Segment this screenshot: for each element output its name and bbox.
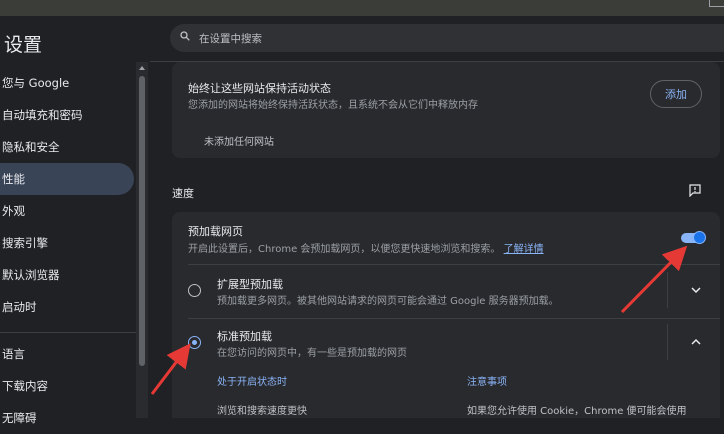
standard-preload-description: 在您访问的网页中，有一些是预加载的网页 [217,348,407,359]
search-input[interactable] [197,28,601,50]
feedback-icon[interactable] [688,183,702,197]
no-sites-text: 未添加任何网站 [204,137,274,148]
preload-description: 开启此设置后，Chrome 会预加载网页，以便您更快速地浏览和搜索。 了解详情 [188,240,544,255]
window-top-strip [0,0,724,16]
standard-preload-radio[interactable] [188,336,201,349]
settings-title: 设置 [4,34,43,56]
sidebar-item-privacy[interactable]: 隐私和安全 [0,131,134,163]
extended-preload-radio[interactable] [188,284,201,297]
sidebar-item-you-and-google[interactable]: 您与 Google [0,67,134,99]
notes-item: 如果您允许使用 Cookie，Chrome 便可能会使用 [467,406,687,417]
sidebar-item-on-startup[interactable]: 启动时 [0,291,134,323]
learn-more-link[interactable]: 了解详情 [504,244,544,255]
sidebar-item-default-browser[interactable]: 默认浏览器 [0,259,134,291]
standard-preload-title: 标准预加载 [217,330,272,343]
option-separator [667,272,668,308]
sidebar-item-accessibility[interactable]: 无障碍 [0,402,134,434]
preload-divider [188,264,720,265]
active-sites-description: 您添加的网站将始终保持活跃状态，且系统不会从它们中释放内存 [188,100,478,111]
active-sites-title: 始终让这些网站保持活动状态 [188,82,331,95]
option-divider [188,318,720,319]
scroll-up-icon[interactable] [139,66,145,70]
sidebar-item-autofill[interactable]: 自动填充和密码 [0,99,134,131]
sidebar-item-performance[interactable]: 性能 [0,163,134,195]
sidebar-scrollbar[interactable] [136,62,148,418]
sidebar-item-appearance[interactable]: 外观 [0,195,134,227]
search-box[interactable] [170,24,724,52]
when-on-header: 处于开启状态时 [217,377,287,388]
chevron-up-icon[interactable] [689,335,703,349]
add-site-button[interactable]: 添加 [650,80,702,108]
option-separator [667,324,668,360]
sidebar-divider [0,332,136,333]
sidebar-item-search-engine[interactable]: 搜索引擎 [0,227,134,259]
sidebar-item-languages[interactable]: 语言 [0,338,134,370]
preload-description-text: 开启此设置后，Chrome 会预加载网页，以便您更快速地浏览和搜索。 [188,244,501,255]
when-on-item: 浏览和搜索速度更快 [217,406,307,417]
window-corner-mark [709,0,724,7]
toggle-knob [693,231,706,244]
extended-preload-description: 预加载更多网页。被其他网站请求的网页可能会通过 Google 服务器预加载。 [217,296,559,307]
preload-toggle[interactable] [681,231,706,245]
chevron-down-icon[interactable] [689,283,703,297]
scroll-thumb[interactable] [139,76,145,366]
search-icon [180,31,190,41]
preload-title: 预加载网页 [188,225,243,238]
speed-section-label: 速度 [172,187,194,200]
notes-header: 注意事项 [467,377,507,388]
extended-preload-title: 扩展型预加载 [217,278,283,291]
sidebar-item-downloads[interactable]: 下载内容 [0,370,134,402]
